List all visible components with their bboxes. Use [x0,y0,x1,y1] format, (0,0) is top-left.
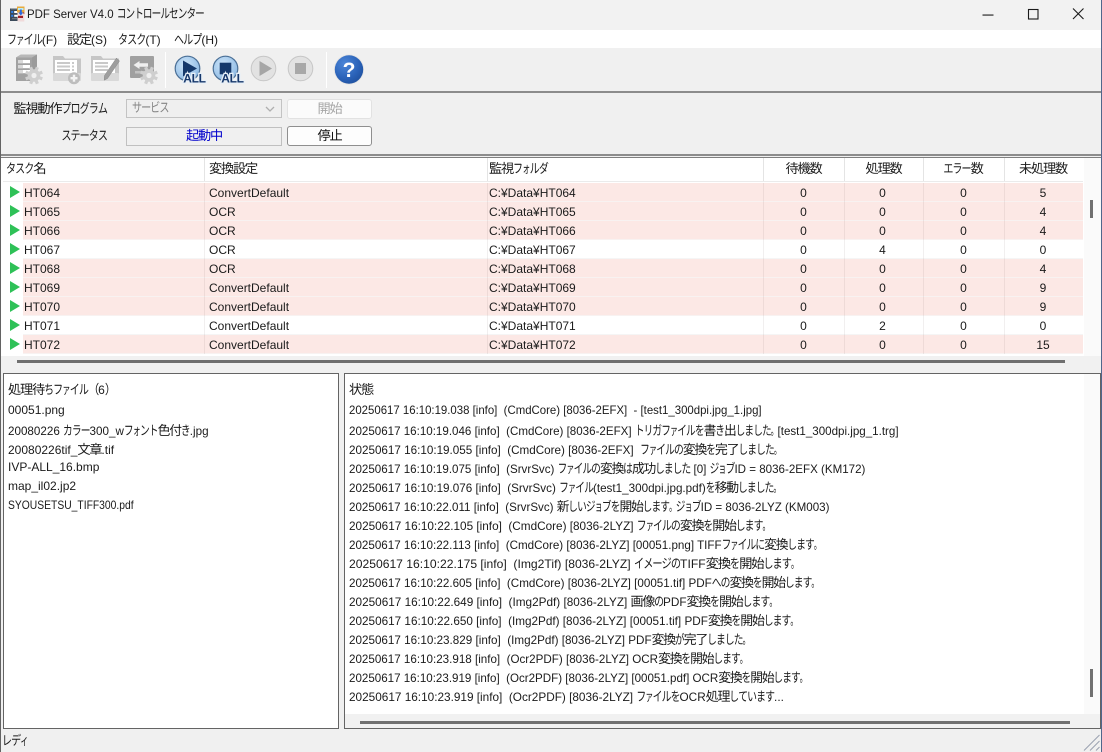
svg-text:ALL: ALL [183,72,205,86]
svg-text:ALL: ALL [221,72,243,86]
svg-text:?: ? [343,59,356,82]
